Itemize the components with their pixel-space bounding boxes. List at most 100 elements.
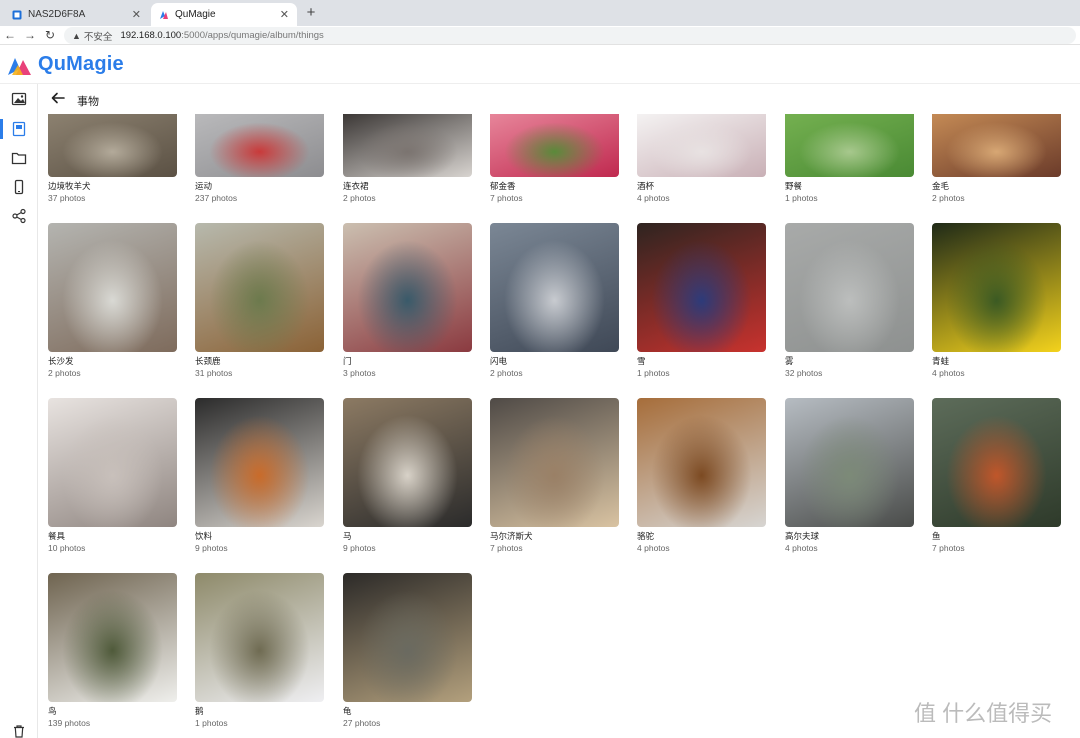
- app-header: QuMagie: [0, 46, 1080, 84]
- album-card[interactable]: 雪 1 photos: [637, 223, 766, 379]
- mobile-device-icon[interactable]: [11, 179, 27, 195]
- app-name[interactable]: QuMagie: [38, 53, 124, 76]
- album-photo-count: 7 photos: [932, 543, 1061, 554]
- photo-count-number: 7: [932, 543, 937, 553]
- album-card[interactable]: 边境牧羊犬 37 photos: [48, 114, 177, 204]
- album-cover-image[interactable]: [490, 114, 619, 177]
- photo-count-suffix: photos: [644, 193, 670, 203]
- album-name: 闪电: [490, 356, 508, 366]
- album-card[interactable]: 马尔济斯犬 7 photos: [490, 398, 619, 554]
- photo-count-suffix: photos: [939, 193, 965, 203]
- forward-nav-icon[interactable]: →: [20, 28, 40, 42]
- album-card[interactable]: 野餐 1 photos: [785, 114, 914, 204]
- photo-count-number: 2: [48, 368, 53, 378]
- album-card[interactable]: 饮料 9 photos: [195, 398, 324, 554]
- album-cover-image[interactable]: [343, 573, 472, 702]
- album-cover-image[interactable]: [785, 398, 914, 527]
- album-cover-image[interactable]: [48, 573, 177, 702]
- photo-count-suffix: photos: [55, 368, 81, 378]
- album-cover-image[interactable]: [932, 223, 1061, 352]
- album-name: 饮料: [195, 531, 213, 541]
- album-photo-count: 3 photos: [343, 368, 472, 379]
- album-cover-image[interactable]: [637, 114, 766, 177]
- close-tab-icon[interactable]: ✕: [280, 8, 289, 21]
- album-icon[interactable]: [11, 121, 27, 137]
- album-cover-image[interactable]: [343, 398, 472, 527]
- album-cover-image[interactable]: [932, 114, 1061, 177]
- album-card[interactable]: 郁金香 7 photos: [490, 114, 619, 204]
- album-photo-count: 9 photos: [343, 543, 472, 554]
- photo-count-suffix: photos: [497, 193, 523, 203]
- photo-count-suffix: photos: [792, 193, 818, 203]
- album-photo-count: 7 photos: [490, 543, 619, 554]
- photo-count-number: 2: [343, 193, 348, 203]
- album-name: 金毛: [932, 181, 950, 191]
- photo-count-number: 237: [195, 193, 210, 203]
- album-photo-count: 4 photos: [637, 543, 766, 554]
- album-card[interactable]: 高尔夫球 4 photos: [785, 398, 914, 554]
- album-card[interactable]: 骆驼 4 photos: [637, 398, 766, 554]
- browser-tab-qumagie[interactable]: QuMagie ✕: [151, 3, 297, 26]
- photo-count-number: 9: [343, 543, 348, 553]
- album-card[interactable]: 长颈鹿 31 photos: [195, 223, 324, 379]
- album-card[interactable]: 鱼 7 photos: [932, 398, 1061, 554]
- close-tab-icon[interactable]: ✕: [132, 8, 141, 21]
- album-photo-count: 1 photos: [195, 718, 324, 729]
- back-arrow-icon[interactable]: [50, 90, 66, 106]
- album-photo-count: 237 photos: [195, 193, 324, 204]
- album-photo-count: 4 photos: [932, 368, 1061, 379]
- browser-tab-nas[interactable]: NAS2D6F8A ✕: [4, 3, 149, 26]
- album-card[interactable]: 闪电 2 photos: [490, 223, 619, 379]
- album-card[interactable]: 金毛 2 photos: [932, 114, 1061, 204]
- photo-count-number: 4: [932, 368, 937, 378]
- photo-count-suffix: photos: [59, 543, 86, 553]
- album-cover-image[interactable]: [785, 114, 914, 177]
- photo-count-number: 31: [195, 368, 205, 378]
- album-card[interactable]: 鹅 1 photos: [195, 573, 324, 729]
- album-cover-image[interactable]: [785, 223, 914, 352]
- browser-tab-title: QuMagie: [175, 9, 216, 20]
- photo-count-number: 9: [195, 543, 200, 553]
- photo-count-number: 10: [48, 543, 58, 553]
- photo-count-suffix: photos: [211, 193, 238, 203]
- album-card[interactable]: 龟 27 photos: [343, 573, 472, 729]
- insecure-label: 不安全: [83, 31, 113, 43]
- album-photo-count: 31 photos: [195, 368, 324, 379]
- trash-icon[interactable]: [12, 724, 26, 738]
- album-cover-image[interactable]: [195, 398, 324, 527]
- photo-count-suffix: photos: [202, 543, 228, 553]
- photo-count-number: 4: [785, 543, 790, 553]
- album-card[interactable]: 马 9 photos: [343, 398, 472, 554]
- album-card[interactable]: 雾 32 photos: [785, 223, 914, 379]
- album-card[interactable]: 长沙发 2 photos: [48, 223, 177, 379]
- album-cover-image[interactable]: [490, 398, 619, 527]
- album-photo-count: 2 photos: [343, 193, 472, 204]
- album-card[interactable]: 门 3 photos: [343, 223, 472, 379]
- back-nav-icon[interactable]: ←: [0, 28, 20, 42]
- folder-icon[interactable]: [11, 150, 27, 166]
- new-tab-button[interactable]: +: [303, 4, 319, 21]
- album-cover-image[interactable]: [637, 398, 766, 527]
- album-cover-image[interactable]: [343, 114, 472, 177]
- album-cover-image[interactable]: [195, 223, 324, 352]
- album-card[interactable]: 连衣裙 2 photos: [343, 114, 472, 204]
- reload-icon[interactable]: ↻: [40, 28, 60, 42]
- album-cover-image[interactable]: [48, 398, 177, 527]
- album-card[interactable]: 餐具 10 photos: [48, 398, 177, 554]
- share-icon[interactable]: [11, 208, 27, 224]
- url-bar[interactable]: ▲ 不安全 192.168.0.100 :5000/apps/qumagie/a…: [64, 27, 1076, 44]
- album-cover-image[interactable]: [637, 223, 766, 352]
- album-cover-image[interactable]: [195, 114, 324, 177]
- photos-icon[interactable]: [11, 91, 27, 107]
- album-cover-image[interactable]: [932, 398, 1061, 527]
- url-host: 192.168.0.100: [120, 30, 182, 41]
- album-cover-image[interactable]: [343, 223, 472, 352]
- album-cover-image[interactable]: [48, 223, 177, 352]
- album-cover-image[interactable]: [195, 573, 324, 702]
- album-card[interactable]: 青蛙 4 photos: [932, 223, 1061, 379]
- album-card[interactable]: 鸟 139 photos: [48, 573, 177, 729]
- album-cover-image[interactable]: [48, 114, 177, 177]
- album-card[interactable]: 酒杯 4 photos: [637, 114, 766, 204]
- album-card[interactable]: 运动 237 photos: [195, 114, 324, 204]
- album-cover-image[interactable]: [490, 223, 619, 352]
